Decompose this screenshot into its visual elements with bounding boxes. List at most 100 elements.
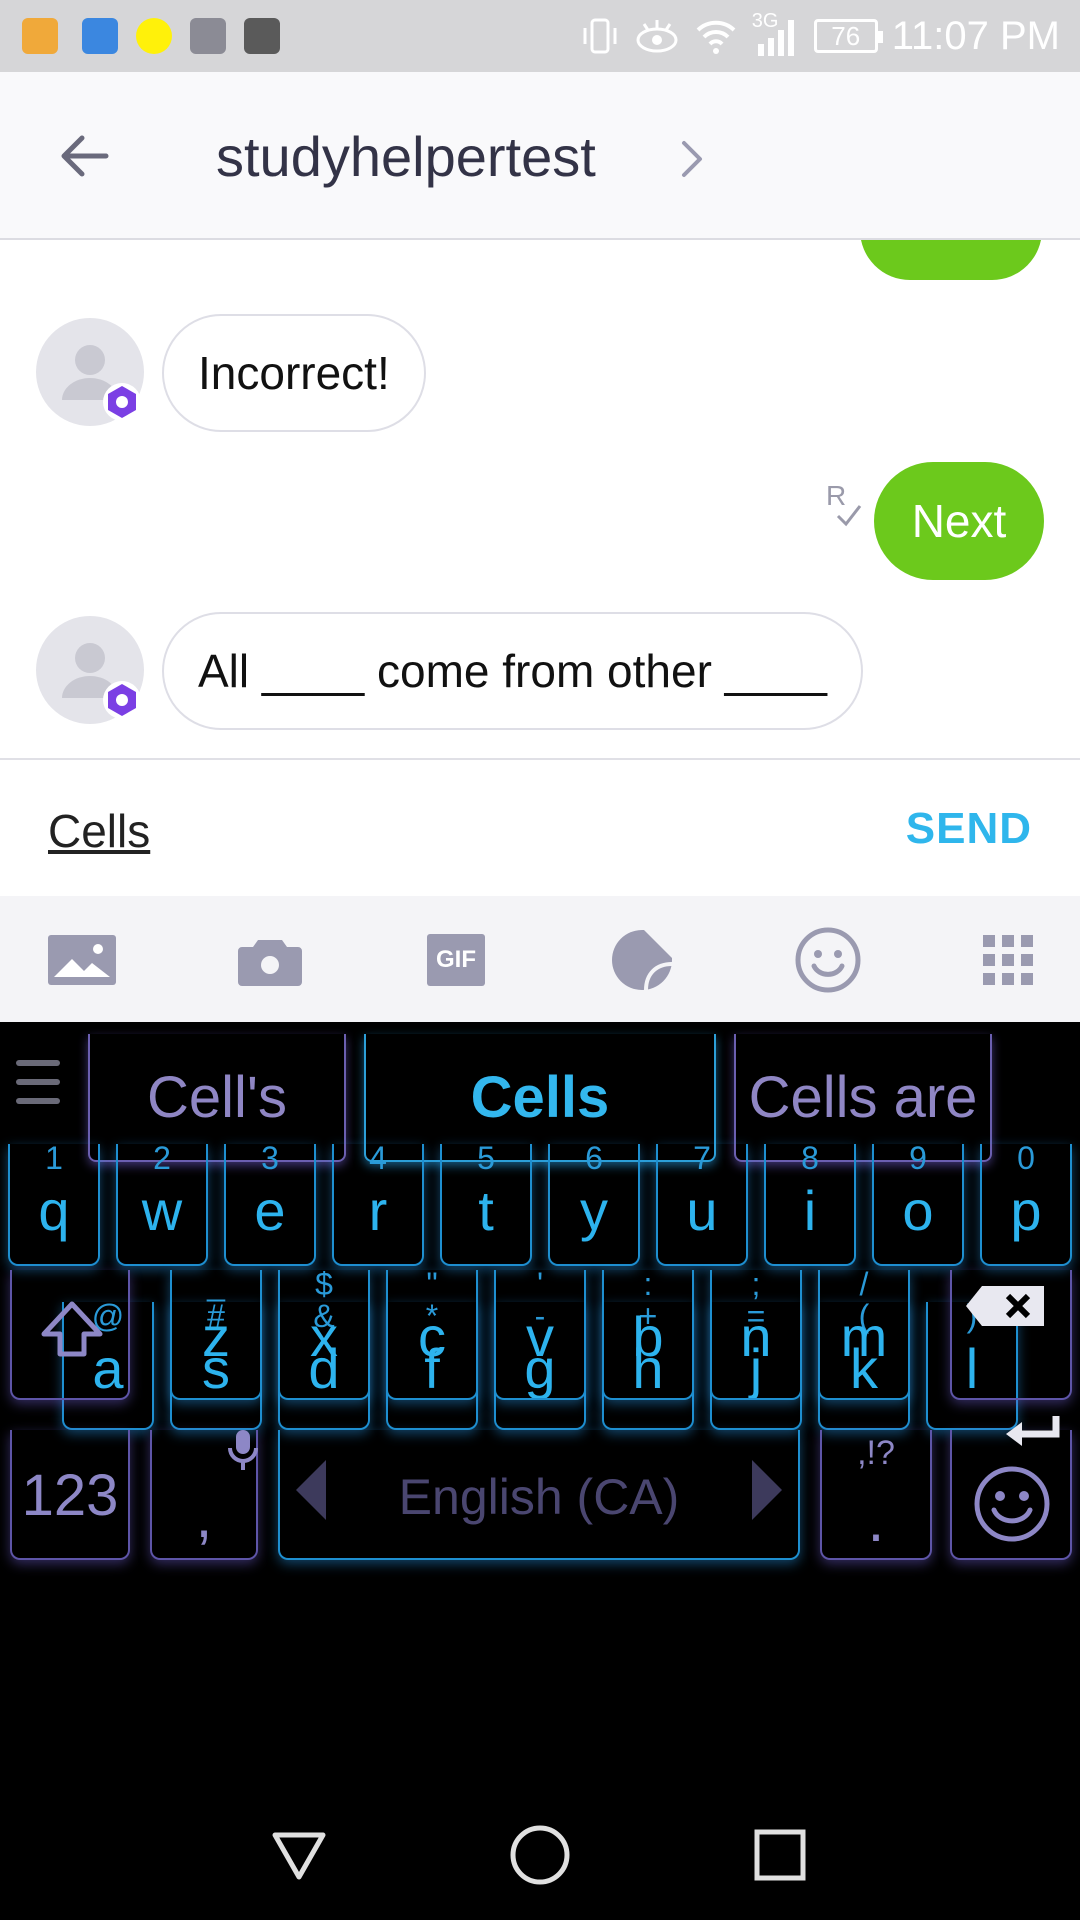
key-label: v xyxy=(526,1305,554,1368)
vibrate-icon xyxy=(583,18,617,54)
key-hint: : xyxy=(643,1266,653,1302)
backspace-icon xyxy=(966,1286,1044,1326)
key-z[interactable]: _ z xyxy=(170,1266,262,1400)
key-hint: ' xyxy=(536,1266,544,1302)
key-o[interactable]: 9o xyxy=(872,1140,964,1266)
key-p[interactable]: 0p xyxy=(980,1140,1072,1266)
keyboard-menu-icon[interactable] xyxy=(16,1060,60,1106)
message-bubble-outgoing[interactable]: Next xyxy=(874,462,1044,580)
shift-key[interactable] xyxy=(10,1270,130,1400)
gif-icon[interactable]: GIF xyxy=(420,924,492,996)
status-bar: 3G 76 11:07 PM xyxy=(0,0,1080,72)
period-key-label: . xyxy=(867,1487,885,1554)
navigation-bar xyxy=(0,1790,1080,1920)
message-input[interactable]: Cells xyxy=(48,804,150,858)
chevron-right-icon[interactable] xyxy=(672,134,712,184)
kynz-icon xyxy=(244,18,280,54)
key-hint: 7 xyxy=(693,1140,711,1176)
key-v[interactable]: ' v xyxy=(494,1266,586,1400)
key-b[interactable]: :b xyxy=(602,1266,694,1400)
backspace-key[interactable] xyxy=(950,1270,1072,1400)
apps-grid-icon[interactable] xyxy=(972,924,1044,996)
bot-badge-icon xyxy=(103,681,141,719)
send-button[interactable]: SEND xyxy=(906,804,1032,854)
snapchat-icon xyxy=(136,18,172,54)
chat-header: studyhelpertest xyxy=(0,72,1080,240)
key-label: e xyxy=(254,1179,286,1242)
key-hint: 3 xyxy=(261,1140,279,1176)
key-label: c xyxy=(418,1305,446,1368)
key-label: w xyxy=(141,1179,183,1242)
key-hint: ; xyxy=(751,1266,761,1302)
key-q[interactable]: 1q xyxy=(8,1140,100,1266)
space-bar[interactable]: English (CA) xyxy=(278,1430,800,1560)
key-hint: 4 xyxy=(369,1140,387,1176)
key-label: q xyxy=(38,1179,70,1242)
chat-title[interactable]: studyhelpertest xyxy=(216,124,596,189)
nav-back-icon[interactable] xyxy=(264,1820,334,1890)
keyboard-app-icon xyxy=(22,18,58,54)
key-w[interactable]: 2w xyxy=(116,1140,208,1266)
key-label: y xyxy=(580,1179,608,1242)
eye-comfort-icon xyxy=(636,20,678,53)
key-hint: " xyxy=(426,1266,438,1302)
key-r[interactable]: 4r xyxy=(332,1140,424,1266)
message-bubble-incoming[interactable]: Incorrect! xyxy=(162,314,426,432)
nav-recents-icon[interactable] xyxy=(745,1820,815,1890)
key-hint: / xyxy=(859,1266,869,1302)
key-c[interactable]: " c xyxy=(386,1266,478,1400)
soft-keyboard: Cell's Cells Cells are 1q2w3e4r5t6y7u8i9… xyxy=(0,1022,1080,1790)
enter-emoji-key[interactable] xyxy=(950,1416,1072,1560)
key-hint: 9 xyxy=(909,1140,927,1176)
message-bubble-incoming[interactable]: All ____ come from other ____ xyxy=(162,612,864,730)
back-button[interactable] xyxy=(48,120,120,192)
key-label: m xyxy=(840,1305,888,1368)
emoji-icon[interactable] xyxy=(792,924,864,996)
key-label: n xyxy=(740,1305,772,1368)
key-label: x xyxy=(310,1305,338,1368)
key-x[interactable]: $ x xyxy=(278,1266,370,1400)
key-hint: 6 xyxy=(585,1140,603,1176)
enter-icon xyxy=(1006,1416,1060,1446)
key-label: p xyxy=(1010,1179,1042,1242)
key-m[interactable]: / m xyxy=(818,1266,910,1400)
key-n[interactable]: ; n xyxy=(710,1266,802,1400)
key-label: u xyxy=(686,1179,718,1242)
numbers-key[interactable]: 123 xyxy=(10,1430,130,1560)
key-label: t xyxy=(478,1179,494,1242)
key-u[interactable]: 7u xyxy=(656,1140,748,1266)
comma-key[interactable]: , xyxy=(150,1430,258,1560)
right-arrow-icon xyxy=(752,1460,782,1520)
bot-badge-icon xyxy=(103,383,141,421)
key-hint: 1 xyxy=(45,1140,63,1176)
numbers-key-label: 123 xyxy=(21,1463,119,1528)
key-label: r xyxy=(368,1179,388,1242)
period-key[interactable]: ,!? . xyxy=(820,1430,932,1560)
image-icon[interactable] xyxy=(46,924,118,996)
sticker-icon[interactable] xyxy=(606,924,678,996)
period-key-hint: ,!? xyxy=(857,1434,895,1472)
key-y[interactable]: 6y xyxy=(548,1140,640,1266)
back-arrow-icon xyxy=(61,135,109,177)
comma-key-label: , xyxy=(195,1483,213,1550)
camera-icon[interactable] xyxy=(234,924,306,996)
avatar[interactable] xyxy=(36,318,144,426)
key-e[interactable]: 3e xyxy=(224,1140,316,1266)
space-bar-label: English (CA) xyxy=(398,1469,680,1525)
gif-label: GIF xyxy=(427,934,485,986)
key-hint: $ xyxy=(315,1266,333,1302)
message-bubble-outgoing-partial xyxy=(860,240,1042,280)
nav-home-icon[interactable] xyxy=(505,1820,575,1890)
key-t[interactable]: 5t xyxy=(440,1140,532,1266)
health-app-icon xyxy=(82,18,118,54)
message-list[interactable]: Incorrect! R Next All ____ come from oth… xyxy=(0,240,1080,758)
microphone-icon xyxy=(228,1430,258,1470)
attachment-toolbar: GIF xyxy=(0,896,1080,1022)
key-label: b xyxy=(632,1305,664,1368)
avatar[interactable] xyxy=(36,616,144,724)
signal-icon: 3G xyxy=(752,10,800,58)
read-receipt-icon: R xyxy=(826,480,864,530)
key-hint: 5 xyxy=(477,1140,495,1176)
key-i[interactable]: 8i xyxy=(764,1140,856,1266)
key-hint: 0 xyxy=(1017,1140,1035,1176)
